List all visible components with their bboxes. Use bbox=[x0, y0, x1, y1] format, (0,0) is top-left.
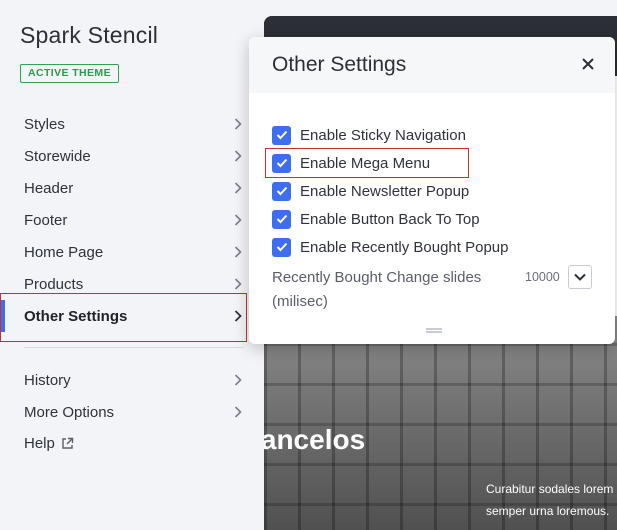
sidebar-item-label: More Options bbox=[24, 403, 115, 421]
sidebar-item-label: Footer bbox=[24, 211, 68, 229]
sidebar-item-storewide[interactable]: Storewide bbox=[0, 140, 248, 172]
slides-label: Recently Bought Change slides (milisec) bbox=[272, 269, 482, 310]
chevron-right-icon bbox=[230, 148, 246, 164]
option-mega-menu[interactable]: Enable Mega Menu bbox=[272, 152, 430, 174]
chevron-right-icon bbox=[230, 276, 246, 292]
sidebar-item-more-options[interactable]: More Options bbox=[0, 396, 248, 428]
slides-select[interactable] bbox=[568, 265, 592, 289]
chevron-right-icon bbox=[230, 372, 246, 388]
hero-subtitle: Curabitur sodales lorem semper urna lore… bbox=[486, 478, 617, 522]
chevron-right-icon bbox=[230, 404, 246, 420]
option-back-to-top[interactable]: Enable Button Back To Top bbox=[272, 208, 480, 230]
panel-title: Other Settings bbox=[272, 53, 407, 76]
chevron-down-icon bbox=[574, 268, 586, 286]
chevron-right-icon bbox=[230, 244, 246, 260]
option-label: Enable Newsletter Popup bbox=[300, 182, 470, 200]
slides-value: 10000 bbox=[525, 270, 560, 284]
checkbox-checked-icon[interactable] bbox=[272, 237, 291, 257]
sidebar-item-label: Storewide bbox=[24, 147, 91, 165]
sidebar-item-label: Header bbox=[24, 179, 74, 197]
sidebar-item-other-settings[interactable]: Other Settings bbox=[0, 300, 248, 332]
sidebar-item-home-page[interactable]: Home Page bbox=[0, 236, 248, 268]
close-icon bbox=[582, 57, 594, 75]
close-button[interactable] bbox=[577, 55, 599, 77]
sidebar-item-help[interactable]: Help bbox=[0, 427, 248, 459]
hero-subtitle-line: semper urna loremous. bbox=[486, 504, 610, 518]
option-label: Enable Sticky Navigation bbox=[300, 126, 466, 144]
theme-sidebar: Spark Stencil ACTIVE THEME Styles Storew… bbox=[0, 0, 264, 530]
option-newsletter-popup[interactable]: Enable Newsletter Popup bbox=[272, 180, 469, 202]
panel-header: Other Settings bbox=[249, 37, 615, 93]
sidebar-item-label: Home Page bbox=[24, 243, 104, 261]
active-theme-badge: ACTIVE THEME bbox=[20, 64, 119, 83]
external-link-icon bbox=[61, 437, 74, 450]
sidebar-item-label: History bbox=[24, 371, 71, 389]
sidebar-item-products[interactable]: Products bbox=[0, 268, 248, 300]
option-sticky-navigation[interactable]: Enable Sticky Navigation bbox=[272, 124, 466, 146]
theme-name: Spark Stencil bbox=[20, 22, 159, 48]
sidebar-item-label: Styles bbox=[24, 115, 65, 133]
sidebar-item-styles[interactable]: Styles bbox=[0, 108, 248, 140]
checkbox-checked-icon[interactable] bbox=[272, 181, 291, 201]
option-label: Enable Button Back To Top bbox=[300, 210, 480, 228]
checkbox-checked-icon[interactable] bbox=[272, 209, 291, 229]
resize-handle[interactable] bbox=[426, 328, 442, 333]
checkbox-checked-icon[interactable] bbox=[272, 153, 291, 173]
chevron-right-icon bbox=[230, 308, 246, 324]
checkbox-checked-icon[interactable] bbox=[272, 125, 291, 145]
chevron-right-icon bbox=[230, 212, 246, 228]
option-recently-bought-popup[interactable]: Enable Recently Bought Popup bbox=[272, 236, 508, 258]
option-label: Enable Mega Menu bbox=[300, 154, 431, 172]
sidebar-divider bbox=[24, 347, 244, 348]
chevron-right-icon bbox=[230, 180, 246, 196]
sidebar-item-header[interactable]: Header bbox=[0, 172, 248, 204]
chevron-right-icon bbox=[230, 116, 246, 132]
option-label: Enable Recently Bought Popup bbox=[300, 238, 509, 256]
sidebar-item-label: Products bbox=[24, 275, 84, 293]
sidebar-item-label: Other Settings bbox=[24, 307, 128, 325]
other-settings-panel: Other Settings Enable Sticky Navigation … bbox=[249, 37, 615, 344]
preview-topbar bbox=[264, 16, 617, 38]
hero-subtitle-line: Curabitur sodales lorem bbox=[486, 482, 614, 496]
sidebar-item-label: Help bbox=[24, 434, 55, 452]
sidebar-item-history[interactable]: History bbox=[0, 364, 248, 396]
sidebar-item-footer[interactable]: Footer bbox=[0, 204, 248, 236]
